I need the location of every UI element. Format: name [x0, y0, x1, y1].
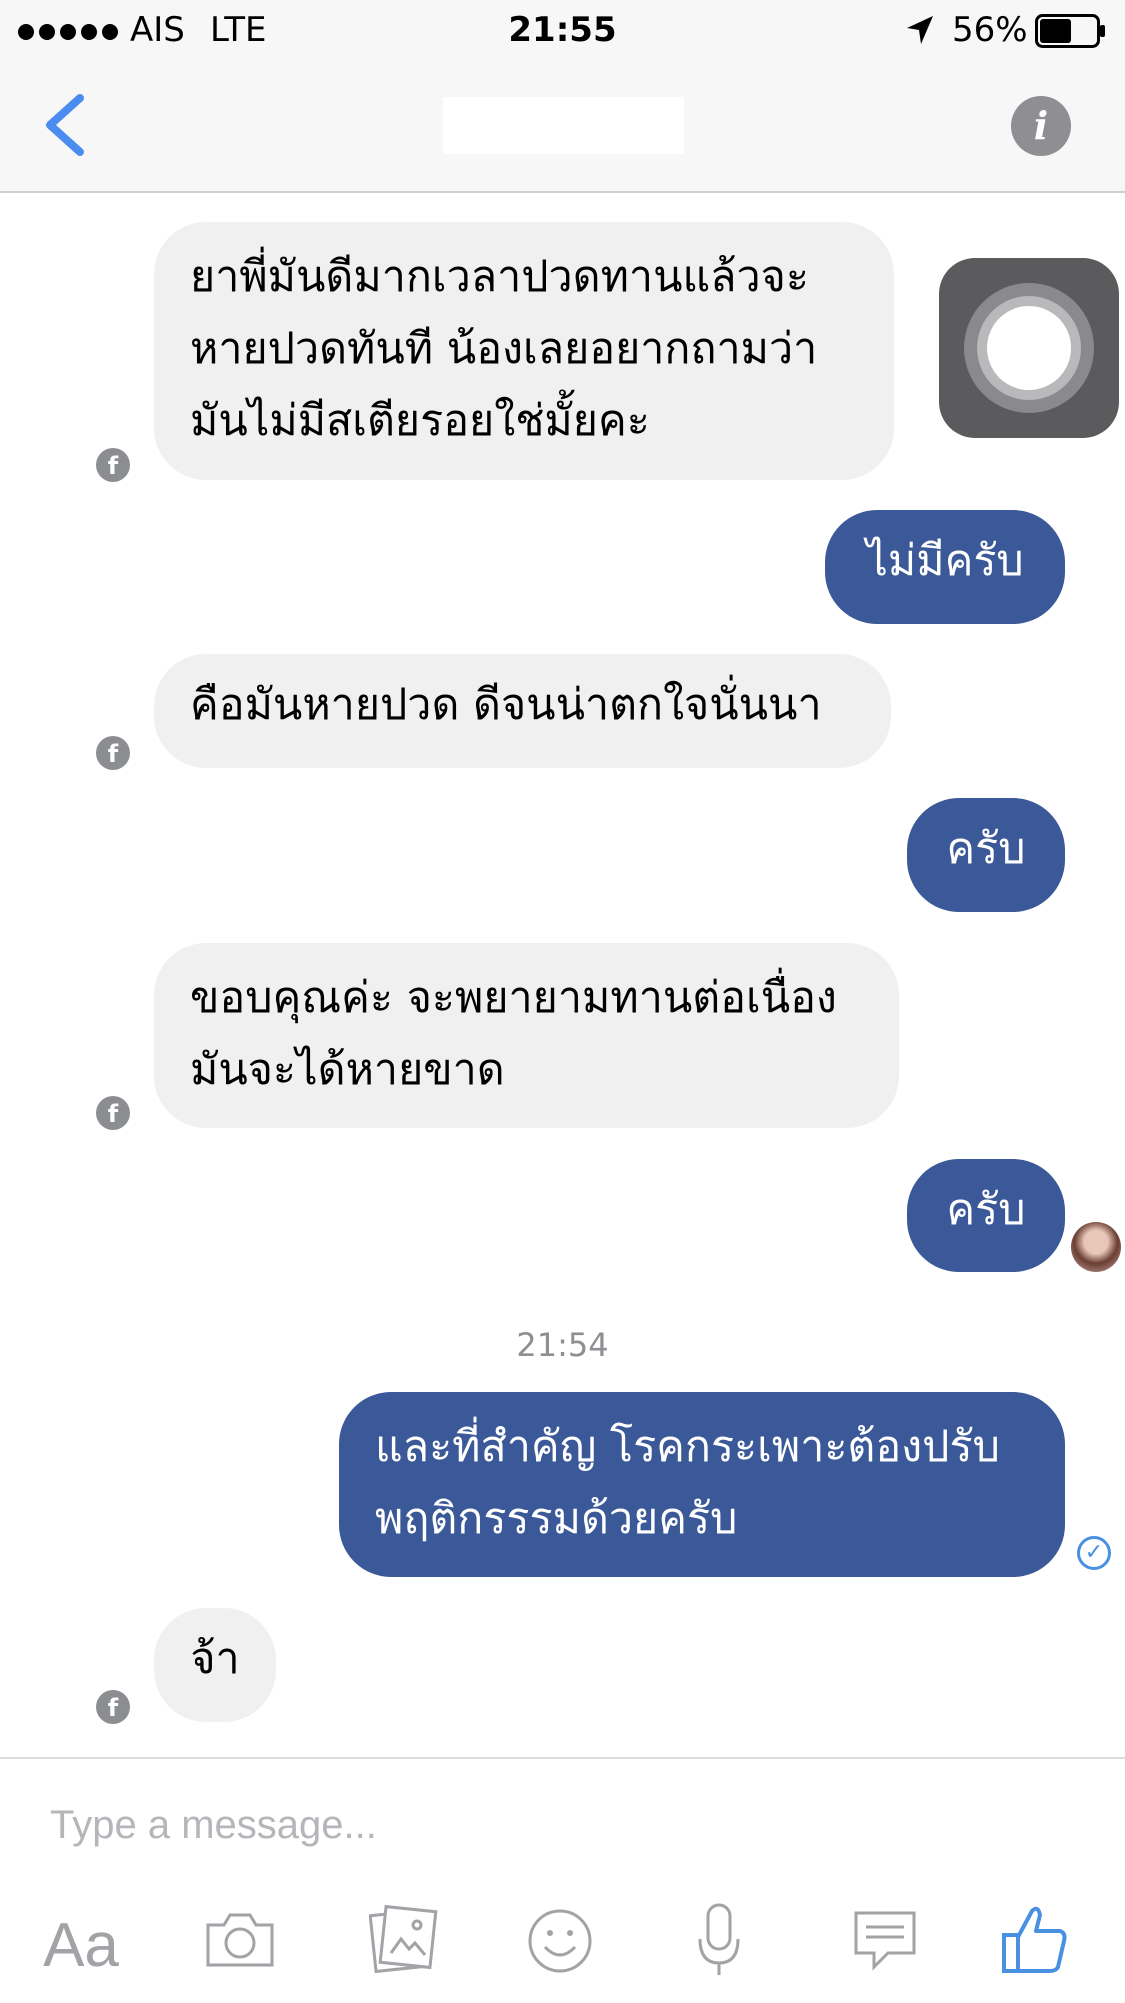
outgoing-message-bubble[interactable]: ครับ — [907, 1159, 1065, 1272]
sent-check-icon: ✓ — [1077, 1536, 1111, 1570]
incoming-message-bubble[interactable]: ขอบคุณค่ะ จะพยายามทานต่อเนื่อง มันจะได้ห… — [154, 943, 899, 1128]
text-format-button[interactable]: Aa — [36, 1901, 126, 1991]
quick-reply-button[interactable] — [845, 1901, 925, 1991]
thumbs-up-icon — [1002, 1906, 1067, 1973]
incoming-message-bubble[interactable]: คือมันหายปวด ดีจนน่าตกใจนั่นนา — [154, 654, 891, 768]
chevron-left-icon — [46, 94, 84, 156]
like-button[interactable] — [995, 1901, 1075, 1991]
battery-icon — [1035, 14, 1107, 52]
message-text-line: มันจะได้หายขาด — [190, 1045, 505, 1095]
outgoing-message-bubble[interactable]: ไม่มีครับ — [825, 510, 1065, 624]
smiley-icon — [528, 1909, 592, 1973]
message-text-line: หายปวดทันที น้องเลยอยากถามว่า — [190, 324, 818, 374]
sticker-button[interactable] — [520, 1901, 600, 1991]
message-text-line: พฤติกรรรมด้วยครับ — [375, 1494, 738, 1544]
status-bar: AIS LTE 21:55 56% — [0, 0, 1125, 60]
message-text: จ้า — [190, 1634, 240, 1684]
text-format-icon: Aa — [43, 1911, 119, 1980]
composer: Aa — [0, 1757, 1125, 2003]
facebook-badge-icon: f — [96, 1096, 130, 1130]
message-text: ครับ — [946, 1185, 1026, 1235]
read-receipt-avatar — [1071, 1222, 1121, 1272]
message-timestamp: 21:54 — [516, 1326, 609, 1364]
info-button[interactable]: i — [1011, 96, 1071, 156]
message-text-line: มันไม่มีสเตียรอยใช่มั้ยคะ — [190, 396, 650, 446]
outgoing-message-bubble[interactable]: ครับ — [907, 798, 1065, 912]
facebook-badge-icon: f — [96, 1690, 130, 1724]
camera-icon — [206, 1913, 274, 1967]
message-text-line: และที่สำคัญ โรคกระเพาะต้องปรับ — [375, 1422, 1000, 1472]
facebook-badge-icon: f — [96, 736, 130, 770]
message-input[interactable] — [48, 1789, 1052, 1861]
outgoing-message-bubble[interactable]: และที่สำคัญ โรคกระเพาะต้องปรับ พฤติกรรรม… — [339, 1392, 1065, 1577]
navigation-bar: i — [0, 60, 1125, 193]
message-text-line: ขอบคุณค่ะ จะพยายามทานต่อเนื่อง — [190, 973, 837, 1023]
facebook-badge-icon: f — [96, 448, 130, 482]
back-button[interactable] — [40, 92, 100, 162]
info-icon: i — [1033, 103, 1049, 148]
location-arrow-icon — [905, 14, 935, 50]
photo-gallery-icon — [368, 1904, 438, 1974]
message-text: คือมันหายปวด ดีจนน่าตกใจนั่นนา — [190, 680, 822, 730]
incoming-message-bubble[interactable]: ยาพี่มันดีมากเวลาปวดทานแล้วจะ หายปวดทันท… — [154, 222, 894, 480]
photo-gallery-button[interactable] — [364, 1901, 444, 1991]
assistive-touch-button[interactable] — [939, 258, 1119, 438]
voice-record-button[interactable] — [684, 1901, 754, 1991]
microphone-icon — [698, 1903, 740, 1975]
conversation-title — [443, 97, 684, 154]
incoming-message-bubble[interactable]: จ้า — [154, 1608, 276, 1722]
message-text-line: ยาพี่มันดีมากเวลาปวดทานแล้วจะ — [190, 252, 809, 302]
battery-percent: 56% — [952, 10, 1028, 50]
message-text: ไม่มีครับ — [866, 536, 1024, 586]
camera-button[interactable] — [200, 1901, 280, 1991]
chat-bubble-icon — [854, 1911, 916, 1971]
message-text: ครับ — [946, 824, 1026, 874]
